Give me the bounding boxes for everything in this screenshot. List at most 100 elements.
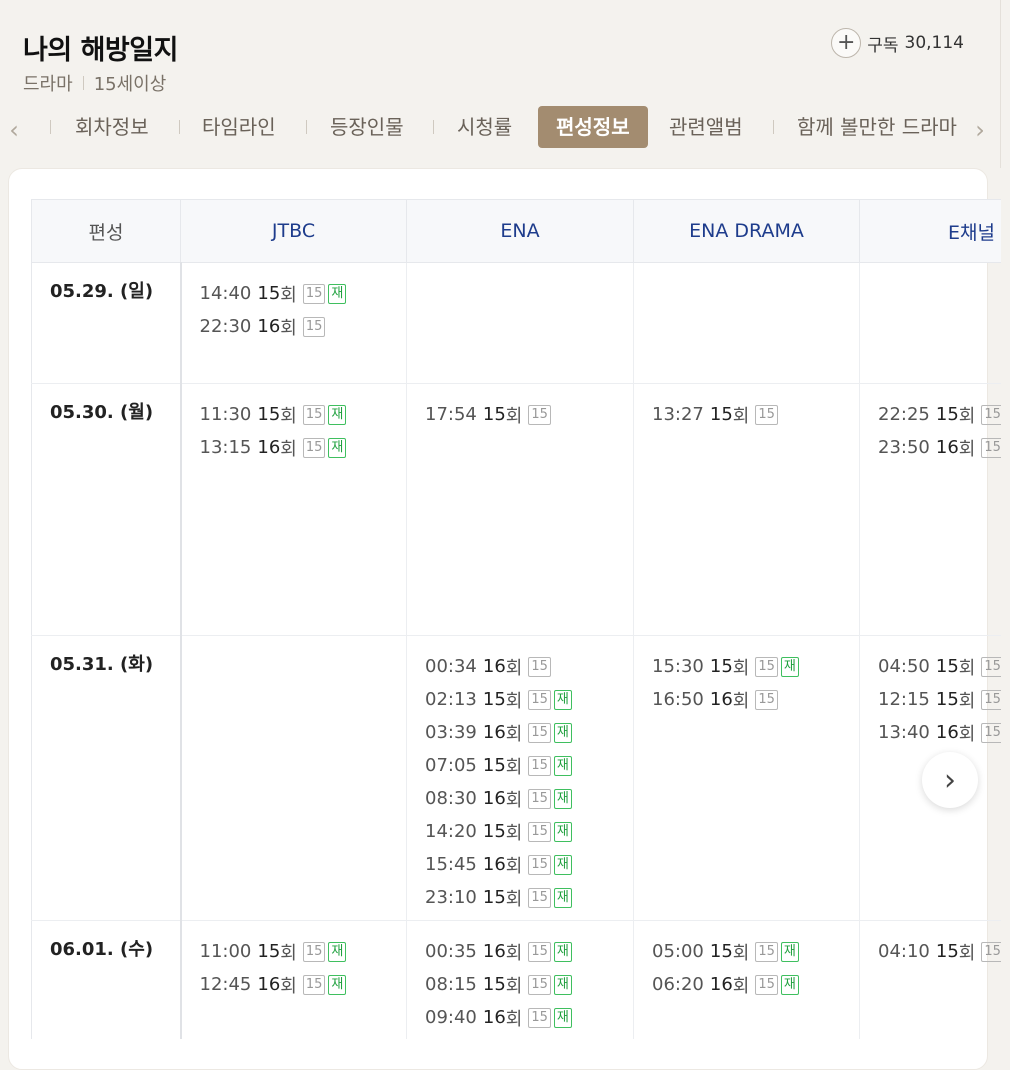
date-cell: 06.01. (수): [31, 920, 182, 1039]
age-rating-badge: 15: [755, 689, 778, 710]
channel-header-ena: ENA: [406, 199, 634, 263]
tab-schedule[interactable]: 편성정보: [538, 106, 648, 148]
rerun-badge: 재: [553, 854, 572, 875]
rerun-badge: 재: [328, 404, 347, 425]
episode-unit: 회: [958, 405, 976, 427]
chevron-left-icon[interactable]: ‹: [4, 116, 24, 144]
age-rating-badge: 15: [755, 656, 778, 677]
age-rating-badge: 15: [528, 854, 551, 875]
episode-number: 15: [709, 404, 733, 425]
episode-unit: 회: [732, 405, 750, 427]
airing-time: 11:30: [199, 404, 252, 425]
schedule-table-container[interactable]: 편성 JTBC ENA ENA DRAMA E채널 05.29. (일) 14:4…: [31, 199, 1001, 1039]
airing-time: 22:30: [199, 316, 252, 337]
episode-number: 16: [709, 689, 733, 710]
airing-entry: 08:15 15 회 15 재: [425, 968, 633, 1001]
scroll-right-button[interactable]: ›: [922, 752, 978, 808]
tab-timeline[interactable]: 타임라인: [202, 106, 276, 148]
tab-divider: [179, 120, 180, 134]
airing-entry: 05:00 15 회 15 재: [652, 935, 859, 968]
age-rating-badge: 15: [528, 821, 551, 842]
schedule-cell: 14:40 15 회 15 재 22:30 16 회 15: [180, 262, 407, 384]
airing-time: 00:34: [425, 656, 477, 677]
airing-time: 00:35: [425, 941, 477, 962]
rerun-badge: 재: [553, 1007, 572, 1028]
airing-entry: 12:15 15 회 15: [878, 683, 1001, 716]
airing-time: 07:05: [425, 755, 477, 776]
tab-albums[interactable]: 관련앨범: [669, 106, 743, 148]
chevron-right-icon[interactable]: ›: [970, 116, 990, 144]
tab-episodes[interactable]: 회차정보: [75, 106, 149, 148]
age-rating-badge: 15: [981, 404, 1001, 425]
airing-entry: 00:35 16 회 15 재: [425, 935, 633, 968]
subscribe-count: 30,114: [904, 33, 964, 53]
airing-time: 02:13: [425, 689, 477, 710]
schedule-row: 06.01. (수) 11:00 15 회 15 재 12:45 16 회 15 재 00:35 16 회…: [31, 920, 1001, 1039]
rerun-badge: 재: [328, 941, 347, 962]
schedule-cell: 11:30 15 회 15 재 13:15 16 회 15 재: [180, 383, 407, 636]
schedule-cell: [180, 635, 407, 921]
schedule-row: 05.31. (화) 00:34 16 회 15 02:13 15 회 15 재 03:39 16 회 1…: [31, 635, 1001, 921]
tab-bar: ‹ 회차정보 타임라인 등장인물 시청률 편성정보 관련앨범 함께 볼만한 드라…: [0, 106, 1000, 152]
subscribe-button[interactable]: + 구독 30,114: [831, 28, 964, 58]
date-cell: 05.30. (월): [31, 383, 182, 636]
program-header: 나의 해방일지 드라마 15세이상 + 구독 30,114 ‹ 회차정보 타임라…: [0, 0, 1001, 168]
episode-unit: 회: [280, 438, 297, 460]
age-rating-badge: 15: [755, 404, 778, 425]
episode-number: 15: [482, 404, 506, 425]
airing-entry: 23:10 15 회 15 재: [425, 881, 633, 914]
rerun-badge: 재: [553, 941, 572, 962]
episode-unit: 회: [505, 723, 523, 745]
airing-entry: 09:40 16 회 15 재: [425, 1001, 633, 1034]
schedule-row: 05.30. (월) 11:30 15 회 15 재 13:15 16 회 15 재 17:54 15 회…: [31, 383, 1001, 636]
rerun-badge: 재: [553, 689, 572, 710]
age-rating-badge: 15: [302, 283, 326, 304]
age-rating-badge: 15: [981, 689, 1001, 710]
age-rating-badge: 15: [302, 974, 326, 995]
rerun-badge: 재: [553, 974, 572, 995]
episode-number: 15: [709, 656, 733, 677]
episode-unit: 회: [505, 975, 523, 997]
airing-time: 12:45: [199, 974, 252, 995]
airing-entry: 22:30 16 회 15: [200, 310, 407, 343]
tab-divider: [306, 120, 307, 134]
schedule-cell: 04:10 15 회 15: [859, 920, 1001, 1039]
airing-entry: 07:05 15 회 15 재: [425, 749, 633, 782]
schedule-cell: 13:27 15 회 15: [633, 383, 860, 636]
episode-unit: 회: [958, 723, 976, 745]
chevron-right-icon: ›: [944, 762, 956, 798]
tab-ratings[interactable]: 시청률: [457, 106, 512, 148]
episode-unit: 회: [505, 756, 523, 778]
episode-unit: 회: [958, 438, 976, 460]
schedule-cell: 00:35 16 회 15 재 08:15 15 회 15 재 09:40 16 회 15 재: [406, 920, 634, 1039]
schedule-cell: 17:54 15 회 15: [406, 383, 634, 636]
episode-unit: 회: [280, 317, 297, 339]
schedule-cell: 05:00 15 회 15 재 06:20 16 회 15 재: [633, 920, 860, 1039]
airing-time: 16:50: [652, 689, 704, 710]
episode-unit: 회: [732, 657, 750, 679]
airing-entry: 04:50 15 회 15: [878, 650, 1001, 683]
tab-characters[interactable]: 등장인물: [330, 106, 404, 148]
episode-number: 15: [257, 941, 281, 962]
episode-unit: 회: [280, 284, 297, 306]
date-cell: 05.29. (일): [31, 262, 182, 384]
episode-unit: 회: [732, 690, 750, 712]
episode-number: 15: [482, 821, 506, 842]
episode-unit: 회: [280, 942, 297, 964]
airing-entry: 03:39 16 회 15 재: [425, 716, 633, 749]
age-rating-badge: 15: [755, 941, 778, 962]
episode-unit: 회: [958, 942, 976, 964]
episode-number: 15: [935, 656, 959, 677]
episode-number: 16: [709, 974, 733, 995]
channel-header-ena-drama: ENA DRAMA: [633, 199, 860, 263]
age-rating-badge: 15: [981, 656, 1001, 677]
episode-number: 16: [257, 437, 281, 458]
airing-entry: 11:00 15 회 15 재: [200, 935, 407, 968]
channel-header-echannel: E채널: [859, 199, 1001, 263]
episode-unit: 회: [505, 405, 523, 427]
episode-number: 16: [482, 656, 506, 677]
age-rating-badge: 15: [302, 316, 326, 337]
channel-header-jtbc: JTBC: [180, 199, 407, 263]
tab-recommended[interactable]: 함께 볼만한 드라마: [797, 106, 957, 148]
airing-time: 14:40: [199, 283, 252, 304]
